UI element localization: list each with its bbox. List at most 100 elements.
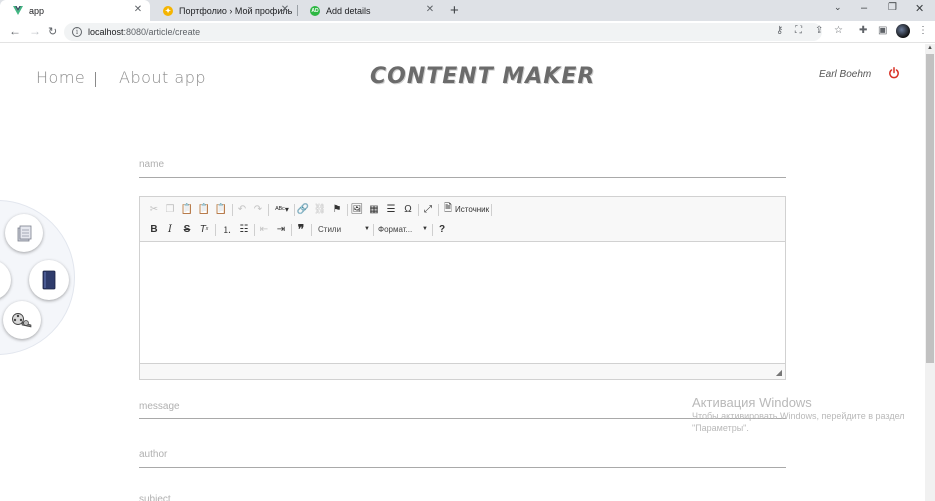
horizontal-line-icon[interactable]: ☰ (384, 202, 398, 216)
toolbar-separator (311, 224, 312, 236)
table-icon[interactable]: ▦ (367, 202, 381, 216)
author-input-underline (139, 467, 786, 468)
spellcheck-icon[interactable]: ᴬᴮᶜ▾ (272, 202, 292, 216)
format-dropdown-label: Формат... (378, 224, 413, 234)
special-char-omega-icon[interactable]: Ω (401, 202, 415, 216)
paste-icon[interactable]: 📋 (180, 202, 194, 216)
bookmark-star-icon[interactable]: ☆ (834, 25, 843, 36)
italic-icon[interactable]: I (163, 222, 177, 236)
translate-icon[interactable]: ⛶ (795, 25, 802, 36)
toolbar-separator (418, 204, 419, 216)
close-tab-icon[interactable]: ✕ (279, 4, 291, 16)
paste-word-icon[interactable]: 📋 (214, 202, 228, 216)
toolbar-separator (347, 204, 348, 216)
toolbar-separator (438, 204, 439, 216)
reload-icon[interactable]: ↻ (48, 25, 57, 38)
extensions-puzzle-icon[interactable]: ✚ (859, 25, 867, 36)
bulleted-list-icon[interactable]: ☷ (237, 222, 251, 236)
numbered-list-icon[interactable]: ⒈ (220, 222, 234, 236)
share-icon[interactable]: ⇪ (815, 25, 823, 36)
key-icon[interactable]: ⚷ (776, 25, 783, 36)
side-panel-icon[interactable]: ▣ (878, 25, 887, 36)
tab-portfolio[interactable]: ✦ Портфолио › Мой профиль ✕ (150, 0, 297, 21)
paste-text-icon[interactable]: 📋 (197, 202, 211, 216)
logout-power-icon[interactable] (888, 67, 900, 79)
browser-toolbar: ← → ↻ i localhost:8080/article/create ⚷ … (0, 21, 935, 43)
toolbar-separator (491, 204, 492, 216)
outdent-icon[interactable]: ⇤ (257, 222, 271, 236)
tab-search-icon[interactable]: ⌄ (834, 2, 842, 13)
film-reel-icon (12, 313, 32, 328)
maximize-icon[interactable]: ❐ (888, 2, 897, 13)
remove-format-icon[interactable]: Tx (197, 222, 211, 236)
articles-stack-icon (17, 225, 32, 242)
subject-input[interactable]: subject (139, 494, 171, 501)
browser-menu-icon[interactable]: ⋮ (918, 25, 928, 36)
browser-tab-strip: app ✕ ✦ Портфолио › Мой профиль ✕ AD Add… (0, 0, 935, 21)
wheel-book-button[interactable] (29, 260, 69, 300)
name-input[interactable]: name (139, 159, 164, 170)
wheel-media-button[interactable] (3, 301, 41, 339)
new-tab-icon[interactable]: + (450, 2, 459, 19)
editor-content-area[interactable] (140, 243, 785, 363)
author-input[interactable]: author (139, 449, 167, 460)
help-icon[interactable]: ? (435, 222, 449, 236)
tab-title: Портфолио › Мой профиль (179, 5, 293, 16)
rich-text-editor: ✂ ❐ 📋 📋 📋 ↶ ↷ ᴬᴮᶜ▾ 🔗 ⛓ ⚑ 🖼 ▦ ☰ Ω ⤢ 🗎 Ист… (139, 196, 786, 380)
site-info-icon[interactable]: i (72, 27, 82, 37)
portfolio-icon: ✦ (163, 5, 173, 16)
toolbar-separator (232, 204, 233, 216)
toolbar-separator (294, 204, 295, 216)
maximize-editor-icon[interactable]: ⤢ (421, 202, 435, 216)
caret-down-icon: ▼ (422, 226, 428, 232)
toolbar-separator (254, 224, 255, 236)
format-dropdown[interactable]: Формат... ▼ (378, 222, 428, 236)
wheel-articles-button[interactable] (5, 214, 43, 252)
add-details-icon: AD (310, 5, 320, 16)
image-icon[interactable]: 🖼 (350, 202, 364, 216)
address-bar[interactable]: i localhost:8080/article/create (64, 23, 822, 41)
home-link[interactable]: Home (36, 68, 85, 87)
scrollbar-thumb[interactable] (926, 54, 934, 363)
close-tab-icon[interactable]: ✕ (132, 4, 144, 16)
link-icon[interactable]: 🔗 (296, 202, 310, 216)
source-icon[interactable]: 🗎 (441, 202, 455, 216)
minimize-icon[interactable]: – (861, 2, 867, 14)
wheel-partial-button[interactable] (0, 260, 11, 300)
blockquote-icon[interactable]: ❞ (294, 222, 308, 236)
name-input-underline (139, 177, 786, 178)
book-icon (42, 270, 56, 290)
tab-app[interactable]: app ✕ (0, 0, 150, 21)
page-scrollbar[interactable]: ▲ (925, 44, 935, 501)
tab-title: app (29, 5, 45, 16)
styles-dropdown-label: Стили (318, 224, 342, 234)
message-input[interactable]: message (139, 401, 180, 412)
close-tab-icon[interactable]: ✕ (424, 4, 436, 16)
caret-down-icon: ▼ (364, 226, 370, 232)
strikethrough-icon[interactable]: S (180, 222, 194, 236)
toolbar-separator (268, 204, 269, 216)
toolbar-separator (432, 224, 433, 236)
anchor-flag-icon[interactable]: ⚑ (330, 202, 344, 216)
cut-icon[interactable]: ✂ (147, 202, 161, 216)
tab-add-details[interactable]: AD Add details ✕ (297, 0, 442, 21)
unlink-icon[interactable]: ⛓ (313, 202, 327, 216)
bold-icon[interactable]: B (147, 222, 161, 236)
copy-icon[interactable]: ❐ (163, 202, 177, 216)
profile-avatar[interactable] (896, 24, 910, 38)
side-wheel-menu (0, 200, 75, 355)
styles-dropdown[interactable]: Стили ▼ (318, 222, 370, 236)
address-url: localhost:8080/article/create (88, 27, 201, 37)
back-icon[interactable]: ← (9, 24, 21, 38)
undo-icon[interactable]: ↶ (235, 202, 249, 216)
about-app-link[interactable]: About app (119, 68, 206, 87)
tab-title: Add details (326, 5, 371, 16)
indent-icon[interactable]: ⇥ (274, 222, 288, 236)
forward-icon[interactable]: → (29, 24, 41, 38)
windows-activation-title: Активация Windows (692, 395, 812, 410)
resize-handle-icon[interactable]: ◢ (776, 368, 782, 377)
redo-icon[interactable]: ↷ (251, 202, 265, 216)
source-button[interactable]: Источник (455, 205, 489, 214)
scroll-up-icon[interactable]: ▲ (927, 45, 933, 51)
close-window-icon[interactable]: ✕ (915, 2, 924, 15)
